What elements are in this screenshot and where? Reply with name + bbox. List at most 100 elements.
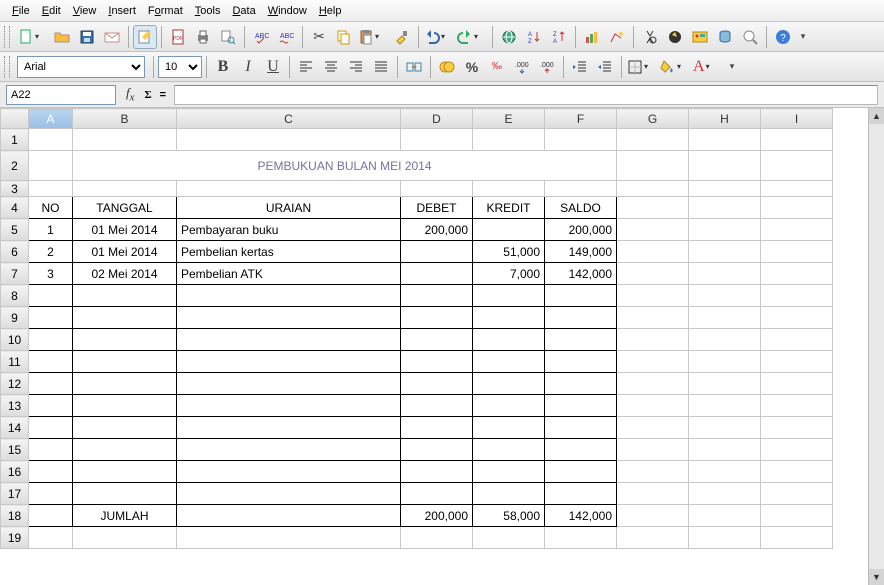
format-paintbrush-button[interactable] — [390, 25, 414, 49]
cell[interactable] — [177, 439, 401, 461]
cut-button[interactable]: ✂ — [307, 25, 331, 49]
fontcolor-button[interactable]: A▾ — [692, 55, 724, 79]
cell[interactable] — [617, 197, 689, 219]
standard-format-button[interactable]: ‰ — [485, 55, 509, 79]
cell[interactable] — [689, 241, 761, 263]
cell[interactable] — [617, 351, 689, 373]
print-preview-button[interactable] — [216, 25, 240, 49]
merge-cells-button[interactable] — [402, 55, 426, 79]
cell[interactable] — [73, 373, 177, 395]
cell[interactable] — [29, 395, 73, 417]
toolbar-handle[interactable] — [4, 26, 10, 48]
cell[interactable] — [761, 329, 833, 351]
cell[interactable] — [73, 307, 177, 329]
cell[interactable] — [545, 181, 617, 197]
col-header-C[interactable]: C — [177, 109, 401, 129]
edit-mode-button[interactable] — [133, 25, 157, 49]
cell[interactable] — [473, 439, 545, 461]
cell[interactable] — [177, 395, 401, 417]
cell[interactable] — [689, 351, 761, 373]
cell[interactable] — [545, 439, 617, 461]
bgcolor-button[interactable]: ▾ — [659, 55, 691, 79]
menu-format[interactable]: Format — [142, 2, 189, 20]
cell[interactable] — [617, 417, 689, 439]
cell[interactable] — [401, 417, 473, 439]
cell[interactable] — [73, 329, 177, 351]
cell[interactable] — [761, 181, 833, 197]
cell[interactable] — [761, 197, 833, 219]
vertical-scrollbar[interactable]: ▲ ▼ — [868, 108, 884, 585]
cell[interactable] — [401, 483, 473, 505]
sheet-title[interactable]: PEMBUKUAN BULAN MEI 2014 — [73, 151, 617, 181]
cell[interactable] — [473, 395, 545, 417]
cell[interactable] — [617, 219, 689, 241]
cell[interactable] — [473, 129, 545, 151]
cell[interactable] — [473, 461, 545, 483]
bold-button[interactable]: B — [211, 55, 235, 79]
cell[interactable] — [73, 483, 177, 505]
cell[interactable] — [473, 417, 545, 439]
cell[interactable] — [617, 483, 689, 505]
col-header-H[interactable]: H — [689, 109, 761, 129]
cell-kredit[interactable] — [473, 219, 545, 241]
cell[interactable] — [177, 461, 401, 483]
cell[interactable] — [473, 483, 545, 505]
align-left-button[interactable] — [294, 55, 318, 79]
col-header-A[interactable]: A — [29, 109, 73, 129]
cell[interactable] — [29, 505, 73, 527]
cell[interactable] — [545, 351, 617, 373]
row-header-4[interactable]: 4 — [1, 197, 29, 219]
cell[interactable] — [761, 461, 833, 483]
find-button[interactable] — [638, 25, 662, 49]
cell[interactable] — [473, 527, 545, 549]
row-header-18[interactable]: 18 — [1, 505, 29, 527]
cell[interactable] — [401, 129, 473, 151]
cell[interactable] — [617, 373, 689, 395]
borders-button[interactable]: ▾ — [626, 55, 658, 79]
cell[interactable] — [689, 129, 761, 151]
menu-insert[interactable]: Insert — [102, 2, 142, 20]
cell[interactable] — [177, 181, 401, 197]
cell-debet[interactable] — [401, 263, 473, 285]
sum-button[interactable]: Σ — [144, 89, 151, 101]
save-button[interactable] — [75, 25, 99, 49]
cell[interactable] — [617, 329, 689, 351]
cell[interactable] — [177, 307, 401, 329]
cell[interactable] — [29, 373, 73, 395]
cell[interactable] — [761, 285, 833, 307]
decrease-indent-button[interactable] — [568, 55, 592, 79]
new-button[interactable]: ▾ — [17, 25, 49, 49]
cell[interactable] — [689, 181, 761, 197]
cell[interactable] — [761, 373, 833, 395]
cell[interactable] — [29, 307, 73, 329]
cell-tanggal[interactable]: 01 Mei 2014 — [73, 219, 177, 241]
cell[interactable] — [689, 461, 761, 483]
cell[interactable] — [545, 527, 617, 549]
table-header-no[interactable]: NO — [29, 197, 73, 219]
cell[interactable] — [617, 307, 689, 329]
cell[interactable] — [401, 439, 473, 461]
align-justify-button[interactable] — [369, 55, 393, 79]
name-box[interactable] — [6, 85, 116, 105]
cell-kredit[interactable]: 7,000 — [473, 263, 545, 285]
menu-tools[interactable]: Tools — [189, 2, 227, 20]
row-header-15[interactable]: 15 — [1, 439, 29, 461]
col-header-E[interactable]: E — [473, 109, 545, 129]
copy-button[interactable] — [332, 25, 356, 49]
sort-desc-button[interactable]: ZA — [547, 25, 571, 49]
cell[interactable] — [177, 329, 401, 351]
remove-decimal-button[interactable]: .000 — [535, 55, 559, 79]
menu-file[interactable]: File — [6, 2, 36, 20]
cell[interactable] — [689, 505, 761, 527]
cell[interactable] — [29, 151, 73, 181]
cell[interactable] — [761, 417, 833, 439]
cell[interactable] — [73, 439, 177, 461]
cell[interactable] — [761, 151, 833, 181]
cell[interactable] — [73, 395, 177, 417]
cell[interactable] — [177, 129, 401, 151]
table-header-debet[interactable]: DEBET — [401, 197, 473, 219]
cell-kredit[interactable]: 51,000 — [473, 241, 545, 263]
cell[interactable] — [761, 219, 833, 241]
cell[interactable] — [29, 417, 73, 439]
cell[interactable] — [73, 417, 177, 439]
